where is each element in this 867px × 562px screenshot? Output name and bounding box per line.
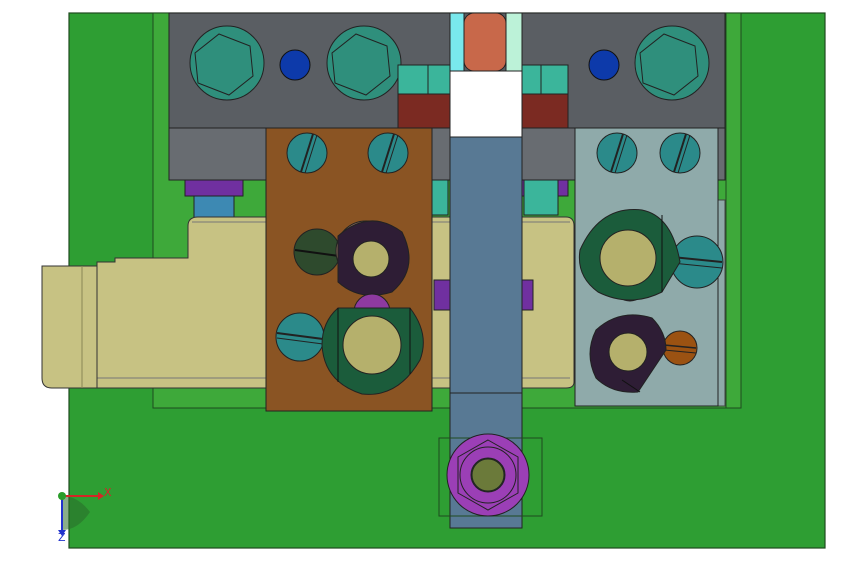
screw-left-plate-2[interactable]: [367, 132, 409, 174]
punch-body[interactable]: [449, 136, 523, 394]
slider-handle[interactable]: [41, 265, 98, 389]
slider-key-left[interactable]: [433, 279, 451, 311]
hex-bolt-1[interactable]: [189, 25, 265, 101]
screw-right-plate-1[interactable]: [596, 132, 638, 174]
hex-bolt-2[interactable]: [326, 25, 402, 101]
assembly-drawing[interactable]: X Z: [0, 0, 867, 562]
screw-left-plate-1[interactable]: [286, 132, 328, 174]
punch-bottom-nut[interactable]: [446, 433, 530, 517]
dowel-pin-left[interactable]: [279, 49, 311, 81]
punch-copper-cap[interactable]: [463, 12, 507, 72]
punch-cyan-strip[interactable]: [449, 12, 465, 72]
center-teal-block-right[interactable]: [520, 64, 569, 95]
screw-right-plate-2[interactable]: [659, 132, 701, 174]
triad-x-label: X: [104, 486, 112, 499]
dowel-pin-right[interactable]: [588, 49, 620, 81]
punch-mint-strip[interactable]: [505, 12, 523, 72]
screw-right-plate-orange[interactable]: [662, 330, 698, 366]
screw-left-plate-4[interactable]: [275, 312, 325, 362]
guide-pin-left-cap[interactable]: [184, 179, 244, 197]
triad-z-label: Z: [58, 531, 66, 544]
center-brown-block-left[interactable]: [397, 93, 451, 129]
center-teal-block-left[interactable]: [397, 64, 451, 95]
die-shoe-right-rail[interactable]: [725, 12, 742, 409]
guide-pin-mid-body[interactable]: [431, 179, 449, 216]
hex-bolt-3[interactable]: [634, 25, 710, 101]
guide-pin-right-body[interactable]: [523, 179, 559, 216]
slider-key-right[interactable]: [520, 279, 534, 311]
triad-origin: [58, 492, 66, 500]
screw-left-plate-3[interactable]: [293, 228, 341, 276]
cad-graphics-viewport[interactable]: X Z: [0, 0, 867, 562]
punch-top-white[interactable]: [449, 70, 523, 138]
guide-pin-left-body[interactable]: [193, 195, 235, 219]
center-brown-block-right[interactable]: [520, 93, 569, 129]
eccentric-cam-upper-left[interactable]: [335, 220, 410, 296]
